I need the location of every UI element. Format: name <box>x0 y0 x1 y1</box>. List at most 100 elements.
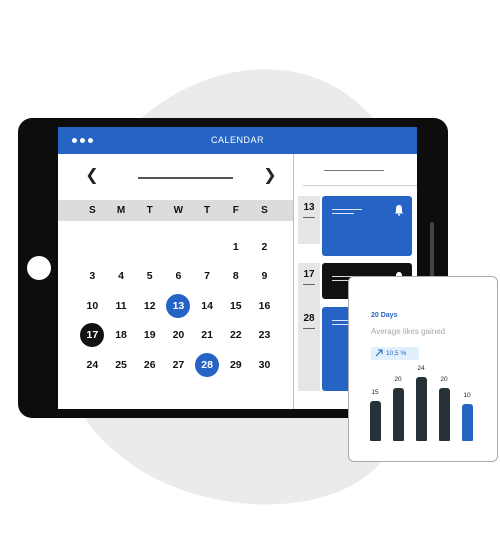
calendar-day-number: 25 <box>115 358 127 371</box>
calendar-day[interactable]: 30 <box>250 350 279 380</box>
calendar-day[interactable]: 20 <box>164 321 193 351</box>
calendar-pane: ❮ ❯ SMTWTFS 1 2 3 4 5 6 7 8 9 10 11 12 13 14 15 16 17 18 1… <box>58 154 293 409</box>
app-header: CALENDAR <box>58 127 417 154</box>
month-label-placeholder <box>138 177 233 179</box>
event-text-line <box>332 209 362 210</box>
bar-value-label: 20 <box>394 376 402 383</box>
weekday-label: W <box>173 205 184 216</box>
bell-icon[interactable] <box>393 204 405 216</box>
chart-bar[interactable] <box>462 404 473 441</box>
calendar-day[interactable]: 8 <box>221 262 250 292</box>
calendar-day-number: 28 <box>195 352 220 377</box>
event-date: 13 <box>298 196 320 244</box>
calendar-day-number: 16 <box>258 299 271 312</box>
calendar-day[interactable]: 2 <box>250 232 279 262</box>
calendar-day[interactable]: 18 <box>107 321 136 351</box>
stats-card: 20 Days Average likes gained 10,5 % 15 20… <box>348 276 498 462</box>
chevron-right-icon[interactable]: ❯ <box>260 166 280 186</box>
calendar-day[interactable]: 4 <box>107 262 136 292</box>
calendar-day[interactable]: 22 <box>221 321 250 351</box>
event-date-underline <box>303 328 315 329</box>
calendar-day[interactable]: 29 <box>221 350 250 380</box>
calendar-day[interactable]: 11 <box>107 291 136 321</box>
calendar-day[interactable]: 28 <box>193 350 222 380</box>
weekday-label: S <box>261 205 268 216</box>
calendar-day[interactable]: 24 <box>78 350 107 380</box>
calendar-day-number: 12 <box>143 299 156 312</box>
calendar-day-number: 27 <box>172 358 185 371</box>
chart-bar[interactable] <box>370 401 381 441</box>
chart-bar[interactable] <box>416 377 427 441</box>
calendar-day-number: 14 <box>201 299 213 312</box>
chart-bar[interactable] <box>393 388 404 441</box>
app-title: CALENDAR <box>210 135 264 145</box>
calendar-day-number: 10 <box>86 299 99 312</box>
calendar-day[interactable]: 25 <box>107 350 136 380</box>
month-nav: ❮ ❯ <box>58 154 293 200</box>
calendar-day[interactable]: 3 <box>78 262 107 292</box>
event-date-number: 17 <box>303 269 315 280</box>
calendar-day[interactable]: 1 <box>221 232 250 262</box>
calendar-week-row: 24 25 26 27 28 29 30 <box>78 350 293 380</box>
calendar-day[interactable]: 7 <box>193 262 222 292</box>
calendar-empty-cell <box>78 232 107 262</box>
weekday-label: T <box>204 205 211 216</box>
event-date-underline <box>303 217 315 218</box>
scrollbar[interactable] <box>430 222 434 282</box>
calendar-day-number <box>195 235 219 259</box>
bar-value-label: 15 <box>371 389 379 396</box>
event-card[interactable] <box>322 196 412 256</box>
calendar-day[interactable]: 27 <box>164 350 193 380</box>
calendar-day-number: 23 <box>258 329 271 342</box>
pane-divider <box>293 154 294 409</box>
date-grid: 1 2 3 4 5 6 7 8 9 10 11 12 13 14 15 16 17 18 19 20 21 22 23 24 2… <box>78 232 293 380</box>
events-header-divider <box>303 185 417 186</box>
calendar-empty-cell <box>193 232 222 262</box>
calendar-empty-cell <box>164 232 193 262</box>
event-date: 17 <box>298 263 320 311</box>
calendar-day-number <box>138 235 162 259</box>
chart-bar[interactable] <box>439 388 450 441</box>
weekday-label: T <box>146 205 153 216</box>
bar-value-label: 10 <box>463 392 471 399</box>
calendar-day-number: 4 <box>118 270 124 283</box>
chevron-left-icon[interactable]: ❮ <box>82 166 102 186</box>
calendar-day[interactable]: 13 <box>164 291 193 321</box>
calendar-day[interactable]: 21 <box>193 321 222 351</box>
calendar-day[interactable]: 12 <box>135 291 164 321</box>
calendar-day[interactable]: 23 <box>250 321 279 351</box>
calendar-day-number: 9 <box>261 270 268 283</box>
calendar-day-number: 29 <box>229 358 242 371</box>
calendar-day-number: 26 <box>143 358 156 371</box>
calendar-day-number: 19 <box>143 329 156 342</box>
weekday-header: SMTWTFS <box>58 200 293 221</box>
weekday-label: F <box>232 205 239 216</box>
calendar-day-number: 2 <box>261 240 268 253</box>
event-date: 28 <box>298 307 320 391</box>
calendar-day[interactable]: 14 <box>193 291 222 321</box>
calendar-day-number: 3 <box>89 270 96 283</box>
calendar-day-number: 24 <box>86 358 99 371</box>
calendar-day-number: 18 <box>115 329 127 342</box>
calendar-day-number: 5 <box>146 270 153 283</box>
calendar-day[interactable]: 5 <box>135 262 164 292</box>
calendar-day[interactable]: 10 <box>78 291 107 321</box>
weekday-label: M <box>116 205 126 216</box>
likes-bar-chart: 15 20 24 20 10 <box>349 277 499 463</box>
calendar-week-row: 12 <box>78 232 293 262</box>
calendar-day-number: 21 <box>201 329 213 342</box>
calendar-week-row: 10 11 12 13 14 15 16 <box>78 291 293 321</box>
calendar-day[interactable]: 15 <box>221 291 250 321</box>
calendar-day[interactable]: 9 <box>250 262 279 292</box>
calendar-day[interactable]: 17 <box>78 321 107 351</box>
home-button[interactable] <box>27 256 51 280</box>
bar-value-label: 20 <box>440 376 448 383</box>
bar-value-label: 24 <box>417 365 425 372</box>
calendar-day[interactable]: 6 <box>164 262 193 292</box>
calendar-day[interactable]: 16 <box>250 291 279 321</box>
calendar-day-number: 11 <box>115 299 127 312</box>
calendar-day-number <box>80 235 104 259</box>
calendar-day[interactable]: 19 <box>135 321 164 351</box>
calendar-day[interactable]: 26 <box>135 350 164 380</box>
calendar-day-number: 17 <box>80 323 105 348</box>
